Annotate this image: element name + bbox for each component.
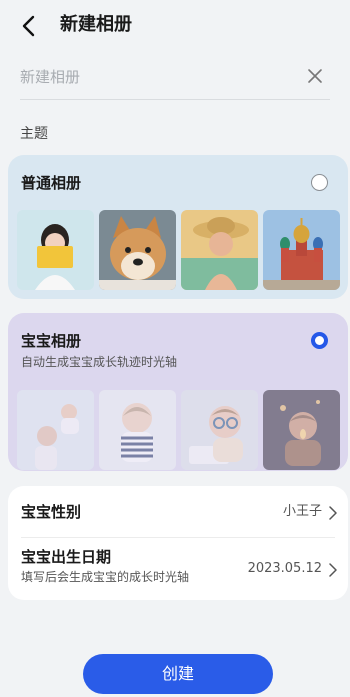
baby-birthday-value: 2023.05.12: [247, 561, 322, 576]
header-bar: 新建相册: [0, 0, 350, 52]
theme-section-label: 主题: [20, 126, 48, 142]
thumbnail-girl-with-book: [17, 210, 94, 290]
chevron-left-icon: [22, 15, 35, 37]
album-name-input[interactable]: [20, 62, 290, 92]
clear-button[interactable]: [306, 67, 324, 85]
album-option-subtitle: 自动生成宝宝成长轨迹时光轴: [21, 355, 178, 369]
chevron-right-icon: [328, 505, 338, 520]
page-title: 新建相册: [60, 14, 132, 35]
thumbnail-baby-with-glasses: [181, 390, 258, 470]
album-thumbnails: [17, 390, 340, 470]
baby-album-option[interactable]: 宝宝相册 自动生成宝宝成长轨迹时光轴: [8, 313, 348, 471]
thumbnail-baby-candle-light: [263, 390, 340, 470]
radio-unchecked[interactable]: [311, 174, 328, 191]
baby-gender-value: 小王子: [282, 504, 322, 519]
baby-birthday-label: 宝宝出生日期: [21, 548, 112, 566]
thumbnail-smiling-woman-hat: [181, 210, 258, 290]
radio-checked[interactable]: [311, 332, 328, 349]
thumbnail-baby-striped-shirt: [99, 390, 176, 470]
thumbnail-parent-lifting-baby: [17, 390, 94, 470]
chevron-right-icon: [328, 562, 338, 577]
back-button[interactable]: [16, 12, 44, 40]
album-thumbnails: [17, 210, 340, 290]
normal-album-option[interactable]: 普通相册: [8, 155, 348, 299]
thumbnail-shiba-dog: [99, 210, 176, 290]
baby-info-card: 宝宝性别 小王子 宝宝出生日期 填写后会生成宝宝的成长时光轴 2023.05.1…: [8, 486, 348, 600]
album-option-title: 普通相册: [21, 174, 82, 192]
baby-birthday-hint: 填写后会生成宝宝的成长时光轴: [21, 570, 190, 584]
album-option-title: 宝宝相册: [21, 332, 82, 350]
close-icon: [308, 69, 322, 83]
baby-gender-row[interactable]: 宝宝性别 小王子: [8, 486, 348, 538]
album-name-field: [20, 58, 330, 100]
create-button[interactable]: 创建: [83, 654, 273, 694]
baby-birthday-row[interactable]: 宝宝出生日期 填写后会生成宝宝的成长时光轴 2023.05.12: [8, 538, 348, 600]
thumbnail-onion-dome-cathedral: [263, 210, 340, 290]
baby-gender-label: 宝宝性别: [21, 503, 82, 521]
